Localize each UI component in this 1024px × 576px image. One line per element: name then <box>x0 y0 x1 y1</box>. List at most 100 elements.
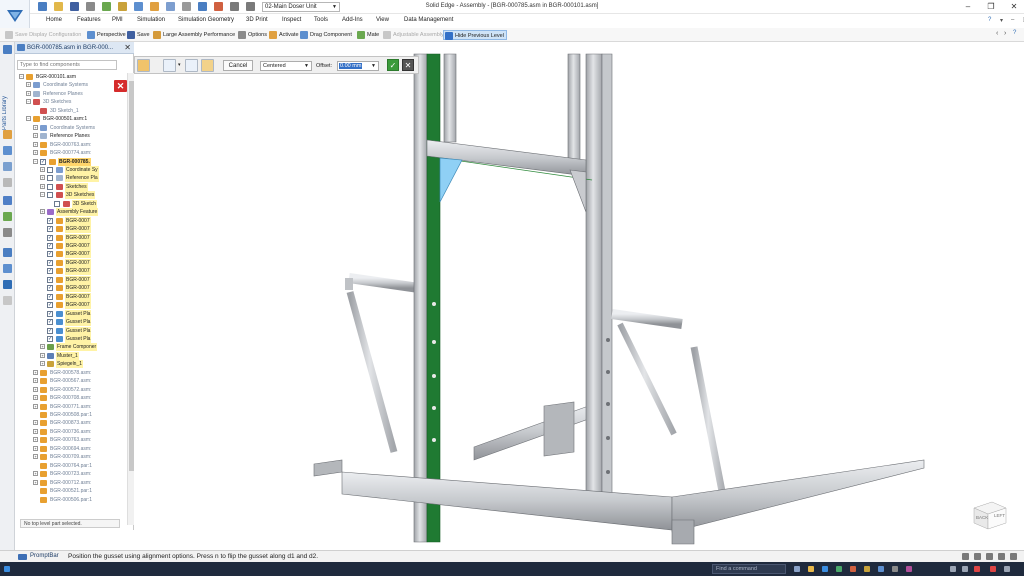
tree-item[interactable]: ✓ BGR-0007 <box>15 275 127 284</box>
close-command-button[interactable]: ✕ <box>402 59 414 71</box>
collapse-icon[interactable]: − <box>19 74 24 79</box>
tree-item[interactable]: ✓ Gusset Pla <box>15 318 127 327</box>
tree-scrollbar[interactable] <box>127 73 134 525</box>
sensors-icon[interactable] <box>3 212 12 221</box>
select-tools-icon[interactable] <box>3 162 12 171</box>
tab-tools[interactable]: Tools <box>314 17 328 23</box>
tab-home[interactable]: Home <box>46 17 62 23</box>
zoom-area-icon[interactable] <box>974 553 981 560</box>
expand-icon[interactable]: + <box>33 141 38 147</box>
tree-item[interactable]: + BGR-000873.asm: <box>15 419 127 427</box>
expand-icon[interactable]: + <box>33 479 38 485</box>
features-library-icon[interactable] <box>3 146 12 155</box>
tree-item[interactable]: + BGR-000694.asm: <box>15 445 127 453</box>
help-icon[interactable]: ? <box>1013 30 1016 36</box>
tree-item[interactable]: BGR-000506.par:1 <box>15 496 127 504</box>
tree-item[interactable]: − 3D Sketches <box>15 191 127 200</box>
collapse-icon[interactable]: − <box>26 116 31 122</box>
tree-item[interactable]: + Frame Componer <box>15 343 127 352</box>
search-icon[interactable] <box>3 178 12 187</box>
chevron-left-icon[interactable]: ‹ <box>996 30 998 37</box>
tree-item[interactable]: ✓ BGR-0007 <box>15 258 127 267</box>
tree-item[interactable]: + Coordinate Systems <box>15 124 127 132</box>
expand-icon[interactable]: + <box>33 133 38 139</box>
expand-icon[interactable]: + <box>33 437 38 443</box>
rotate-icon[interactable] <box>998 553 1005 560</box>
main-column-green-face[interactable] <box>426 53 441 543</box>
visibility-checkbox[interactable] <box>47 183 53 190</box>
tab-inspect[interactable]: Inspect <box>282 17 301 23</box>
expand-icon[interactable]: + <box>33 403 38 409</box>
pan-icon[interactable] <box>986 553 993 560</box>
tree-item[interactable]: + Reference Pla <box>15 174 127 183</box>
tree-item[interactable]: + BGR-000572.asm: <box>15 386 127 394</box>
expand-icon[interactable]: + <box>26 82 31 88</box>
tree-item[interactable]: 3D Sketch_1 <box>15 107 127 115</box>
tab-features[interactable]: Features <box>77 17 101 23</box>
visibility-checkbox[interactable]: ✓ <box>47 243 53 249</box>
mate-button[interactable]: Mate <box>356 30 379 40</box>
tab-simulation-geometry[interactable]: Simulation Geometry <box>178 17 234 23</box>
tree-item[interactable]: + BGR-000709.asm: <box>15 453 127 461</box>
tree-item[interactable]: 3D Sketch <box>15 199 127 208</box>
tree-item[interactable]: − 3D Sketches <box>15 98 127 106</box>
windows-start-icon[interactable] <box>4 566 10 572</box>
network-icon[interactable] <box>950 566 956 572</box>
tab-view[interactable]: View <box>376 17 389 23</box>
rear-beam-left[interactable] <box>473 403 595 461</box>
upper-left-post[interactable] <box>443 53 457 143</box>
tree-item[interactable]: ✓ BGR-0007 <box>15 233 127 242</box>
tree-item[interactable]: + BGR-000723.asm: <box>15 470 127 478</box>
minimize-button[interactable]: – <box>960 1 976 12</box>
cancel-button[interactable]: Cancel <box>223 60 253 71</box>
notification-icon[interactable] <box>974 566 980 572</box>
tree-item[interactable]: + Reference Planes <box>15 132 127 140</box>
tree-item[interactable]: + BGR-000712.asm: <box>15 479 127 487</box>
tab-add-ins[interactable]: Add-Ins <box>342 17 363 23</box>
chevron-right-icon[interactable]: › <box>1004 30 1006 37</box>
tree-item[interactable]: + BGR-000736.asm: <box>15 428 127 436</box>
expand-icon[interactable]: + <box>40 166 45 172</box>
close-icon[interactable]: ✕ <box>124 43 131 52</box>
app-tray-icon[interactable] <box>990 566 996 572</box>
expand-icon[interactable]: + <box>33 445 38 451</box>
hide-previous-level-button[interactable]: Hide Previous Level <box>443 30 507 40</box>
beam-end-cap[interactable] <box>543 401 575 457</box>
left-top-tube[interactable] <box>348 273 420 293</box>
collapse-icon[interactable]: − <box>26 99 31 105</box>
red-cancel-icon[interactable]: ✕ <box>114 80 127 92</box>
view-cube[interactable]: BACK LEFT <box>970 500 1008 530</box>
tree-item[interactable]: + BGR-000708.asm: <box>15 394 127 402</box>
expand-icon[interactable]: + <box>33 395 38 401</box>
right-column[interactable] <box>585 53 603 513</box>
visibility-checkbox[interactable]: ✓ <box>47 226 53 233</box>
visibility-checkbox[interactable]: ✓ <box>47 234 53 241</box>
expand-icon[interactable]: + <box>40 352 45 358</box>
drag-component-button[interactable]: Drag Component <box>299 30 352 40</box>
tree-item[interactable]: BGR-000508.par:1 <box>15 411 127 419</box>
explorer-icon[interactable] <box>808 566 814 572</box>
visibility-checkbox[interactable]: ✓ <box>47 217 53 224</box>
graphics-viewport[interactable] <box>134 42 1024 550</box>
visibility-checkbox[interactable]: ✓ <box>47 293 53 300</box>
right-top-tube[interactable] <box>611 309 683 329</box>
collapse-icon[interactable]: − <box>33 158 38 164</box>
alignment-select[interactable]: Centered ▼ <box>260 61 312 71</box>
tree-item[interactable]: ✓ BGR-0007 <box>15 284 127 293</box>
app-icon[interactable] <box>864 566 870 572</box>
tree-item[interactable]: + BGR-000774.asm: <box>15 149 127 157</box>
tree-item[interactable]: ✓ BGR-0007 <box>15 242 127 250</box>
view-cube-back-label[interactable]: BACK <box>976 515 988 520</box>
tree-item[interactable]: BGR-000521.par:1 <box>15 487 127 495</box>
main-column-left-face[interactable] <box>413 53 428 543</box>
perspective-button[interactable]: Perspective <box>86 30 126 40</box>
visibility-checkbox[interactable] <box>47 192 53 199</box>
base-beam-left-end[interactable] <box>313 459 343 477</box>
tree-item[interactable]: + BGR-000567.asm: <box>15 377 127 385</box>
expand-icon[interactable]: + <box>40 361 45 367</box>
app-icon[interactable] <box>892 566 898 572</box>
save-display-configuration-button[interactable]: Save Display Configuration <box>4 30 81 40</box>
help-icon[interactable]: ? <box>988 17 991 23</box>
tree-item[interactable]: + BGR-000578.asm: <box>15 369 127 377</box>
gusset-plate-preview[interactable] <box>439 157 463 203</box>
